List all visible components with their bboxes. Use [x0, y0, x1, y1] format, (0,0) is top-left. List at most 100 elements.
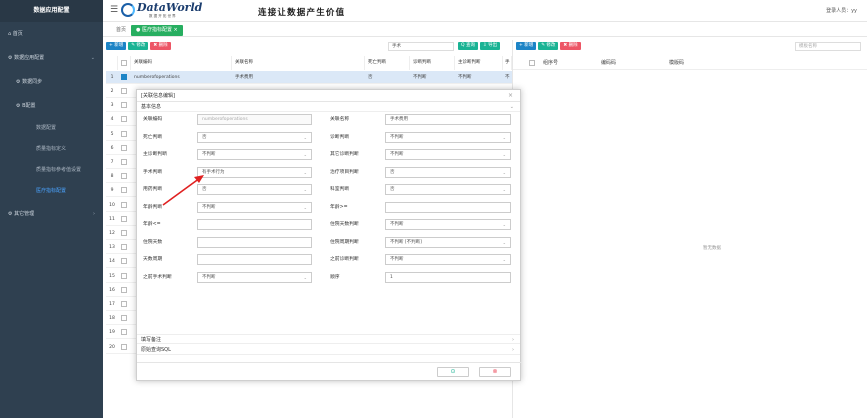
row-number: 6: [110, 145, 114, 151]
row-checkbox[interactable]: [121, 130, 127, 137]
table-row[interactable]: 1 numberofoperations 手术费用 否 不判断 不判断 不: [106, 71, 512, 84]
detail-edit-button[interactable]: ✎ 修改: [538, 42, 559, 50]
field-select[interactable]: 有手术行为 ⌄: [197, 166, 312, 178]
detail-delete-button[interactable]: ✖ 删除: [560, 42, 581, 50]
empty-state: 暂无数据: [703, 246, 721, 251]
field-select[interactable]: 不判断 ⌄: [385, 219, 511, 230]
field-input[interactable]: [385, 201, 511, 213]
detail-toolbar: + 新增 ✎ 修改 ✖ 删除: [516, 42, 583, 50]
chevron-down-icon: ⌄: [502, 222, 506, 227]
field-select[interactable]: 否 ⌄: [197, 131, 312, 143]
sidebar-item-b-config[interactable]: ⚙ B配置: [0, 94, 103, 118]
row-checkbox[interactable]: [121, 74, 127, 80]
sidebar-item-data-app[interactable]: ⚙ 数据应用配置 ⌄: [0, 46, 103, 70]
detail-add-button[interactable]: + 新增: [516, 42, 537, 50]
section-remark[interactable]: 填写备注 ›: [137, 334, 520, 344]
row-checkbox[interactable]: [121, 343, 127, 350]
col-surgery: 手: [505, 56, 512, 70]
row-checkbox[interactable]: [121, 230, 127, 236]
field-select[interactable]: 不判断 ⌄: [385, 131, 511, 143]
field-select[interactable]: 不判断 [不判断] ⌄: [385, 236, 511, 248]
row-checkbox[interactable]: [121, 144, 127, 151]
row-number: 14: [109, 259, 115, 265]
row-checkbox[interactable]: [121, 201, 127, 208]
sidebar-item-other[interactable]: ⚙ 其它管理 ›: [0, 202, 103, 226]
sidebar-subitem-quality-def[interactable]: 质量指标定义: [0, 139, 103, 160]
col-name: 关联名称: [235, 56, 365, 70]
delete-button[interactable]: ✖ 删除: [150, 42, 171, 50]
sidebar-subitem-medical-indicator[interactable]: 医疗指标配置: [0, 181, 103, 202]
field-value: 手术费用: [390, 117, 408, 122]
query-button[interactable]: Q 查询: [458, 42, 478, 50]
tab-home[interactable]: 首页: [111, 25, 131, 36]
field-label: 关联名称: [330, 117, 350, 122]
sidebar-item-sync[interactable]: ⚙ 数据同步: [0, 70, 103, 94]
menu-toggle-icon[interactable]: ☰: [110, 5, 118, 15]
row-checkbox[interactable]: [121, 187, 127, 194]
row-checkbox[interactable]: [121, 286, 127, 293]
field-label: 住院天数: [143, 239, 163, 245]
app-title: 数据应用配置: [0, 0, 103, 22]
row-checkbox[interactable]: [121, 116, 127, 123]
field-select[interactable]: 否 ⌄: [385, 184, 511, 195]
field-label: 年龄>=: [330, 204, 348, 210]
row-checkbox[interactable]: [121, 301, 127, 307]
row-number: 2: [110, 89, 114, 94]
row-checkbox[interactable]: [121, 102, 127, 109]
chevron-down-icon: ⌄: [502, 169, 506, 175]
field-select[interactable]: 不判断 ⌄: [197, 271, 312, 283]
field-value: 否: [390, 169, 395, 175]
row-checkbox[interactable]: [121, 159, 127, 165]
search-input[interactable]: 手术: [388, 42, 454, 51]
field-input[interactable]: [197, 219, 312, 230]
user-menu[interactable]: 登录人员：yy: [826, 7, 857, 14]
export-button[interactable]: ⇩ 导出: [479, 42, 501, 50]
sidebar-subitem-data-config[interactable]: 数据配置: [0, 118, 103, 139]
field-label: 之前诊断判断: [330, 257, 359, 262]
field-input[interactable]: numberofoperations: [197, 114, 312, 125]
field-value: 否: [202, 134, 207, 140]
row-checkbox[interactable]: [121, 315, 127, 322]
chevron-down-icon: ⌄: [502, 134, 506, 140]
field-input[interactable]: [197, 254, 312, 265]
row-number: 5: [110, 131, 114, 137]
edit-button[interactable]: ✎ 修改: [128, 42, 149, 50]
cancel-button[interactable]: ⊗: [479, 367, 511, 377]
sidebar-item-home[interactable]: ⌂ 首页: [0, 22, 103, 46]
confirm-button[interactable]: ⊙: [437, 367, 469, 377]
dialog-title: [关联信息编辑]: [137, 90, 520, 102]
tab-medical-indicator[interactable]: ● 医疗指标配置 ×: [131, 25, 183, 36]
row-checkbox[interactable]: [121, 272, 127, 279]
close-icon[interactable]: ×: [508, 90, 513, 102]
row-checkbox[interactable]: [121, 88, 127, 94]
add-button[interactable]: + 新增: [106, 42, 127, 50]
field-input[interactable]: 手术费用: [385, 114, 511, 125]
row-checkbox[interactable]: [121, 173, 127, 180]
detail-header: 组序号 编码码 模版码: [513, 56, 867, 70]
field-select[interactable]: 否 ⌄: [385, 166, 511, 178]
section-sql[interactable]: 原始查询SQL ›: [137, 345, 520, 355]
field-input[interactable]: 1: [385, 271, 511, 283]
detail-panel: + 新增 ✎ 修改 ✖ 删除 模板名称 组序号 编码码 模版码 暂无数据: [512, 40, 867, 418]
row-checkbox[interactable]: [121, 215, 127, 222]
row-number: 7: [110, 160, 114, 165]
sidebar-subitem-quality-ref[interactable]: 质量指标参考值设置: [0, 160, 103, 181]
detail-check-all[interactable]: [529, 60, 535, 66]
main-toolbar: + 新增 ✎ 修改 ✖ 删除: [106, 42, 173, 50]
brand-name: DataWorld: [137, 1, 203, 14]
field-select[interactable]: 否 ⌄: [197, 184, 312, 195]
row-checkbox[interactable]: [121, 244, 127, 251]
field-select[interactable]: 不判断 ⌄: [385, 149, 511, 160]
chevron-down-icon: ⌄: [303, 169, 307, 175]
row-checkbox[interactable]: [121, 329, 127, 336]
template-search-input[interactable]: 模板名称: [795, 42, 861, 51]
col-check[interactable]: [121, 56, 131, 70]
field-select[interactable]: 不判断 ⌄: [197, 201, 312, 213]
field-select[interactable]: 不判断 ⌄: [385, 254, 511, 265]
field-label: 住院周期判断: [330, 239, 359, 245]
field-select[interactable]: 不判断 ⌄: [197, 149, 312, 160]
col-num: [106, 56, 118, 70]
field-input[interactable]: [197, 236, 312, 248]
section-basic[interactable]: 基本信息 ⌄: [137, 102, 520, 112]
row-checkbox[interactable]: [121, 258, 127, 265]
